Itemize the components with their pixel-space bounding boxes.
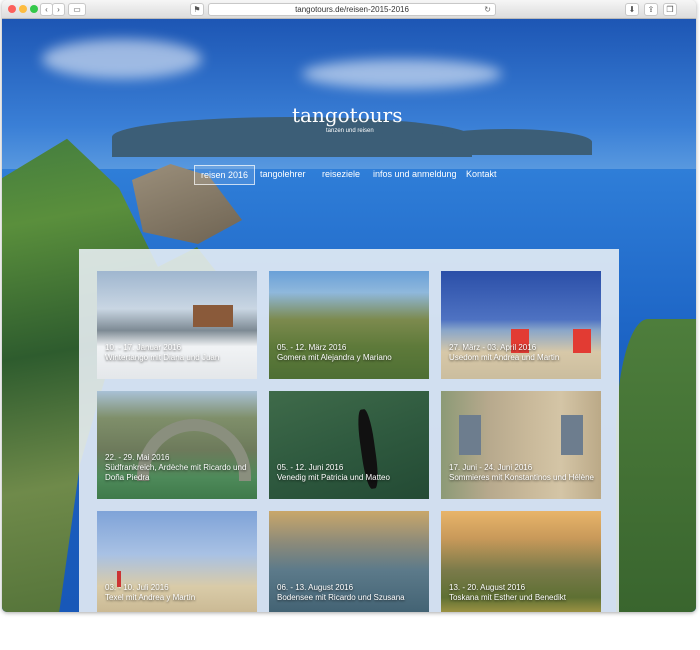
chevron-right-icon[interactable]: ›: [52, 3, 65, 16]
trip-card-venedig[interactable]: 05. - 12. Juni 2016 Venedig mit Patricia…: [269, 391, 429, 499]
sidebar-icon[interactable]: ▭: [68, 3, 86, 16]
trip-card-toskana[interactable]: 13. - 20. August 2016 Toskana mit Esther…: [441, 511, 601, 612]
menu-item-tangolehrer[interactable]: tangolehrer: [254, 165, 312, 183]
minimize-window-button[interactable]: [19, 5, 27, 13]
shutter-window-image: [561, 415, 583, 455]
trip-caption: 10. - 17. Januar 2016 Wintertango mit Di…: [105, 343, 220, 362]
trip-caption: 27. März - 03. April 2016 Usedom mit And…: [449, 343, 560, 362]
site-logo[interactable]: tangotours tanzen und reisen: [292, 103, 403, 134]
address-bar[interactable]: tangotours.de/reisen-2015-2016 ↻: [208, 3, 496, 16]
close-window-button[interactable]: [8, 5, 16, 13]
trips-panel: 10. - 17. Januar 2016 Wintertango mit Di…: [79, 249, 619, 612]
menu-item-kontakt[interactable]: Kontakt: [460, 165, 503, 183]
trip-card-usedom[interactable]: 27. März - 03. April 2016 Usedom mit And…: [441, 271, 601, 379]
trip-card-gomera[interactable]: 05. - 12. März 2016 Gomera mit Alejandra…: [269, 271, 429, 379]
menu-item-reiseziele[interactable]: reiseziele: [316, 165, 366, 183]
trip-caption: 17. Juni - 24. Juni 2016 Sommieres mit K…: [449, 463, 594, 482]
cloud: [42, 39, 202, 79]
trip-card-wintertango[interactable]: 10. - 17. Januar 2016 Wintertango mit Di…: [97, 271, 257, 379]
share-icon[interactable]: ⇪: [644, 3, 658, 16]
logo-name: tangotours: [292, 103, 403, 127]
logo-tagline: tanzen und reisen: [326, 128, 374, 134]
trip-caption: 22. - 29. Mai 2016 Südfrankreich, Ardèch…: [105, 453, 247, 482]
trip-caption: 05. - 12. März 2016 Gomera mit Alejandra…: [277, 343, 392, 362]
extension-icon[interactable]: ⚑: [190, 3, 204, 16]
zoom-window-button[interactable]: [30, 5, 38, 13]
trip-caption: 03. - 10. Juli 2016 Texel mit Andrea y M…: [105, 583, 196, 602]
trip-caption: 06. - 13. August 2016 Bodensee mit Ricar…: [277, 583, 405, 602]
trip-card-texel[interactable]: 03. - 10. Juli 2016 Texel mit Andrea y M…: [97, 511, 257, 612]
trip-card-sommieres[interactable]: 17. Juni - 24. Juni 2016 Sommieres mit K…: [441, 391, 601, 499]
trip-caption: 05. - 12. Juni 2016 Venedig mit Patricia…: [277, 463, 390, 482]
island-silhouette: [422, 129, 592, 155]
menu-item-reisen-2016[interactable]: reisen 2016: [194, 165, 256, 185]
menu-item-infos-und-anmeldung[interactable]: infos und anmeldung: [367, 165, 463, 183]
trip-caption: 13. - 20. August 2016 Toskana mit Esther…: [449, 583, 566, 602]
browser-window: ‹ › ▭ ⚑ tangotours.de/reisen-2015-2016 ↻…: [2, 0, 696, 612]
browser-toolbar: ‹ › ▭ ⚑ tangotours.de/reisen-2015-2016 ↻…: [2, 0, 696, 19]
cactus-background: [616, 319, 696, 612]
page-content: tangotours tanzen und reisen reisen 2016…: [2, 19, 696, 612]
trip-card-suedfrankreich[interactable]: 22. - 29. Mai 2016 Südfrankreich, Ardèch…: [97, 391, 257, 499]
address-text: tangotours.de/reisen-2015-2016: [295, 5, 409, 14]
reload-icon[interactable]: ↻: [484, 4, 491, 15]
shutter-window-image: [459, 415, 481, 455]
chalet-image: [193, 305, 233, 327]
download-icon[interactable]: ⬇: [625, 3, 639, 16]
trip-card-bodensee[interactable]: 06. - 13. August 2016 Bodensee mit Ricar…: [269, 511, 429, 612]
cloud: [302, 59, 502, 89]
tabs-icon[interactable]: ❐: [663, 3, 677, 16]
